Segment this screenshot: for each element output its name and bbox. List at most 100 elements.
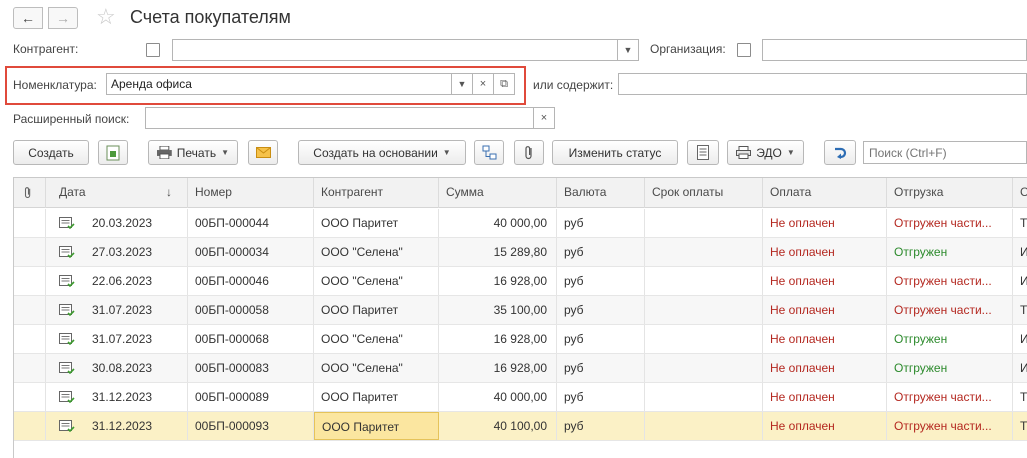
table-cell-extra[interactable]: И <box>1013 325 1027 353</box>
counterparty-dropdown-button[interactable]: ▼ <box>617 39 639 61</box>
table-row[interactable]: 31.07.2023 00БП-000068 ООО "Селена" 16 928,… <box>14 325 1027 354</box>
forward-button[interactable]: → <box>48 7 78 29</box>
table-cell-extra[interactable]: Т <box>1013 209 1027 237</box>
table-cell-due[interactable] <box>645 354 763 382</box>
table-row[interactable]: 31.07.2023 00БП-000058 ООО Паритет 35 100,0… <box>14 296 1027 325</box>
table-cell-counterparty[interactable]: ООО "Селена" <box>314 325 439 353</box>
table-cell-payment[interactable]: Не оплачен <box>763 209 887 237</box>
table-cell-shipment[interactable]: Отгружен части... <box>887 267 1013 295</box>
table-cell-counterparty[interactable]: ООО Паритет <box>314 412 439 440</box>
extended-search-input[interactable] <box>145 107 534 129</box>
table-cell-amount[interactable]: 16 928,00 <box>439 267 557 295</box>
table-cell-currency[interactable]: руб <box>557 296 645 324</box>
table-cell-extra[interactable]: Т <box>1013 412 1027 440</box>
search-input[interactable] <box>863 141 1027 164</box>
list-settings-button[interactable] <box>687 140 719 165</box>
attachment-column-header[interactable] <box>14 178 46 208</box>
table-cell-extra[interactable]: И <box>1013 354 1027 382</box>
table-cell-counterparty[interactable]: ООО Паритет <box>314 209 439 237</box>
nomenclature-clear-button[interactable]: × <box>472 73 494 95</box>
table-cell-extra[interactable]: И <box>1013 267 1027 295</box>
table-cell-extra[interactable]: Т <box>1013 296 1027 324</box>
table-cell-counterparty[interactable]: ООО "Селена" <box>314 354 439 382</box>
table-cell-number[interactable]: 00БП-000083 <box>188 354 314 382</box>
table-cell-number[interactable]: 00БП-000089 <box>188 383 314 411</box>
table-cell-number[interactable]: 00БП-000034 <box>188 238 314 266</box>
column-header-amount[interactable]: Сумма <box>439 178 557 208</box>
table-cell-payment[interactable]: Не оплачен <box>763 412 887 440</box>
table-cell-due[interactable] <box>645 238 763 266</box>
table-cell-currency[interactable]: руб <box>557 325 645 353</box>
table-cell-date[interactable]: 31.12.2023 <box>46 412 188 440</box>
column-header-date[interactable]: Дата ↓ <box>46 178 188 208</box>
table-cell-shipment[interactable]: Отгружен <box>887 354 1013 382</box>
table-cell-shipment[interactable]: Отгружен <box>887 238 1013 266</box>
table-cell-due[interactable] <box>645 383 763 411</box>
column-header-counterparty[interactable]: Контрагент <box>314 178 439 208</box>
nomenclature-open-button[interactable]: ⧉ <box>493 73 515 95</box>
table-cell-extra[interactable]: Т <box>1013 383 1027 411</box>
table-cell-due[interactable] <box>645 267 763 295</box>
table-cell-shipment[interactable]: Отгружен части... <box>887 296 1013 324</box>
table-cell-shipment[interactable]: Отгружен части... <box>887 383 1013 411</box>
star-icon[interactable]: ☆ <box>96 4 116 30</box>
table-cell-amount[interactable]: 16 928,00 <box>439 325 557 353</box>
attach-file-button[interactable] <box>514 140 544 165</box>
table-cell-amount[interactable]: 40 000,00 <box>439 383 557 411</box>
column-header-shipment[interactable]: Отгрузка <box>887 178 1013 208</box>
table-row[interactable]: 27.03.2023 00БП-000034 ООО "Селена" 15 289,… <box>14 238 1027 267</box>
nomenclature-dropdown-button[interactable]: ▼ <box>451 73 473 95</box>
table-cell-payment[interactable]: Не оплачен <box>763 325 887 353</box>
column-header-number[interactable]: Номер <box>188 178 314 208</box>
table-cell-currency[interactable]: руб <box>557 412 645 440</box>
table-cell-payment[interactable]: Не оплачен <box>763 296 887 324</box>
copy-document-button[interactable] <box>98 140 128 165</box>
email-button[interactable] <box>248 140 278 165</box>
table-cell-date[interactable]: 22.06.2023 <box>46 267 188 295</box>
table-cell-number[interactable]: 00БП-000058 <box>188 296 314 324</box>
table-cell-number[interactable]: 00БП-000046 <box>188 267 314 295</box>
table-cell-counterparty[interactable]: ООО Паритет <box>314 383 439 411</box>
table-cell-shipment[interactable]: Отгружен части... <box>887 209 1013 237</box>
table-cell-date[interactable]: 31.07.2023 <box>46 296 188 324</box>
table-cell-amount[interactable]: 35 100,00 <box>439 296 557 324</box>
table-cell-number[interactable]: 00БП-000068 <box>188 325 314 353</box>
counterparty-checkbox[interactable] <box>146 43 160 57</box>
create-button[interactable]: Создать <box>13 140 89 165</box>
table-cell-date[interactable]: 30.08.2023 <box>46 354 188 382</box>
contains-input[interactable] <box>618 73 1027 95</box>
table-cell-payment[interactable]: Не оплачен <box>763 354 887 382</box>
table-cell-number[interactable]: 00БП-000044 <box>188 209 314 237</box>
table-cell-payment[interactable]: Не оплачен <box>763 383 887 411</box>
column-header-due-date[interactable]: Срок оплаты <box>645 178 763 208</box>
table-cell-due[interactable] <box>645 296 763 324</box>
table-row[interactable]: 22.06.2023 00БП-000046 ООО "Селена" 16 928,… <box>14 267 1027 296</box>
table-cell-due[interactable] <box>645 412 763 440</box>
back-button[interactable]: ← <box>13 7 43 29</box>
table-cell-currency[interactable]: руб <box>557 354 645 382</box>
go-button[interactable] <box>824 140 856 165</box>
table-cell-extra[interactable]: И <box>1013 238 1027 266</box>
table-cell-counterparty[interactable]: ООО "Селена" <box>314 267 439 295</box>
table-cell-counterparty[interactable]: ООО "Селена" <box>314 238 439 266</box>
table-cell-due[interactable] <box>645 325 763 353</box>
table-cell-date[interactable]: 20.03.2023 <box>46 209 188 237</box>
change-status-button[interactable]: Изменить статус <box>552 140 678 165</box>
table-cell-amount[interactable]: 15 289,80 <box>439 238 557 266</box>
table-cell-amount[interactable]: 40 100,00 <box>439 412 557 440</box>
column-header-extra[interactable]: С <box>1013 178 1027 208</box>
table-cell-payment[interactable]: Не оплачен <box>763 267 887 295</box>
organization-checkbox[interactable] <box>737 43 751 57</box>
table-cell-currency[interactable]: руб <box>557 209 645 237</box>
table-cell-amount[interactable]: 40 000,00 <box>439 209 557 237</box>
table-cell-number[interactable]: 00БП-000093 <box>188 412 314 440</box>
create-based-on-button[interactable]: Создать на основании ▼ <box>298 140 466 165</box>
table-cell-currency[interactable]: руб <box>557 267 645 295</box>
table-cell-currency[interactable]: руб <box>557 238 645 266</box>
table-cell-counterparty[interactable]: ООО Паритет <box>314 296 439 324</box>
counterparty-input[interactable] <box>172 39 618 61</box>
organization-input[interactable] <box>762 39 1027 61</box>
edo-button[interactable]: ЭДО ▼ <box>727 140 804 165</box>
table-cell-shipment[interactable]: Отгружен <box>887 325 1013 353</box>
extended-search-clear-button[interactable]: × <box>533 107 555 129</box>
